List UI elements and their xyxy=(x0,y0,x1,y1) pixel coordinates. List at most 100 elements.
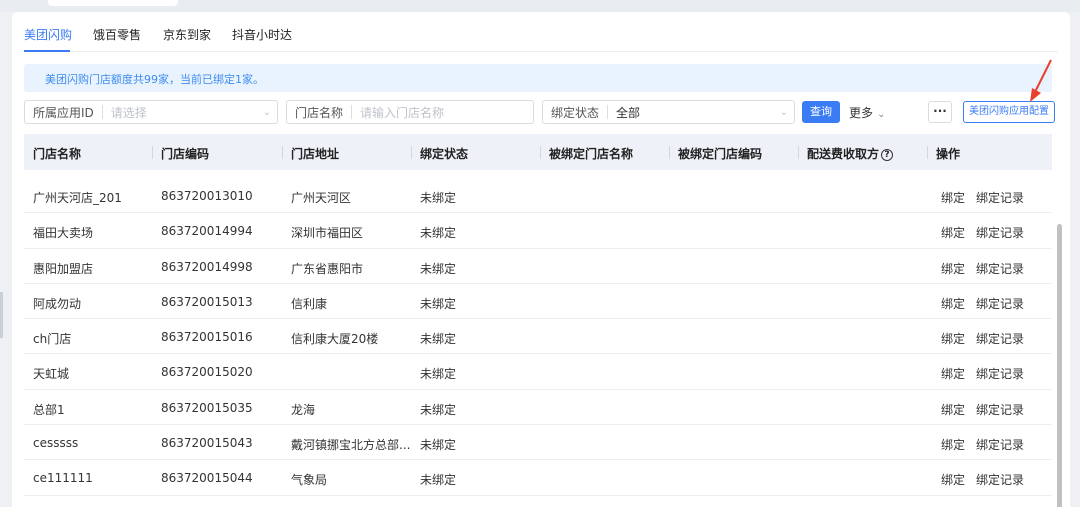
cell-status: 未绑定 xyxy=(420,296,457,311)
main-card: 美团闪购 饿百零售 京东到家 抖音小时达 美团闪购门店额度共99家，当前已绑定1… xyxy=(12,12,1070,507)
table-row: 广州天河店_201 863720013010 广州天河区 未绑定 绑定 绑定记录 xyxy=(24,178,1052,214)
cell-name: 福田大卖场 xyxy=(33,226,94,241)
app-id-label: 所属应用ID xyxy=(33,105,94,120)
cell-address: 龙海 xyxy=(291,402,316,417)
cell-code: 863720015043 xyxy=(161,436,253,451)
app-config-button[interactable]: 美团闪购应用配置 xyxy=(963,101,1055,123)
cell-name: ch门店 xyxy=(33,332,72,347)
cell-address: 广东省惠阳市 xyxy=(291,261,364,276)
help-icon[interactable]: ? xyxy=(881,148,894,161)
cell-name: cesssss xyxy=(33,436,79,451)
bind-record-link[interactable]: 绑定记录 xyxy=(976,401,1024,418)
bind-link[interactable]: 绑定 xyxy=(941,260,965,277)
cell-status: 未绑定 xyxy=(420,438,457,453)
bind-link[interactable]: 绑定 xyxy=(941,401,965,418)
column-header: 绑定状态 xyxy=(411,145,468,162)
cell-address: 戴河镇挪宝北方总部... xyxy=(291,438,411,453)
cell-name: 总部1 xyxy=(33,402,65,417)
cell-address: 深圳市福田区 xyxy=(291,226,364,241)
bind-status-label: 绑定状态 xyxy=(551,105,600,120)
more-filters-toggle[interactable]: 更多 ⌄ xyxy=(849,104,885,121)
store-name-label: 门店名称 xyxy=(295,105,344,120)
bind-record-link[interactable]: 绑定记录 xyxy=(976,330,1024,347)
bind-record-link[interactable]: 绑定记录 xyxy=(976,224,1024,241)
cell-address: 信利康 xyxy=(291,296,328,311)
chevron-down-icon: ⌄ xyxy=(262,106,272,118)
bind-record-link[interactable]: 绑定记录 xyxy=(976,365,1024,382)
bind-link[interactable]: 绑定 xyxy=(941,224,965,241)
more-actions-button[interactable]: ··· xyxy=(928,101,952,123)
left-panel-edge xyxy=(0,292,3,338)
bind-record-link[interactable]: 绑定记录 xyxy=(976,189,1024,206)
app-id-placeholder: 请选择 xyxy=(110,105,147,120)
cell-code: 863720015044 xyxy=(161,471,253,486)
cell-code: 863720015035 xyxy=(161,400,253,415)
cell-status: 未绑定 xyxy=(420,332,457,347)
cell-code: 863720013010 xyxy=(161,189,253,203)
bind-record-link[interactable]: 绑定记录 xyxy=(976,295,1024,312)
tab-meituan[interactable]: 美团闪购 xyxy=(24,26,72,43)
cell-name: ce111111 xyxy=(33,471,93,486)
red-arrow-annotation xyxy=(1030,59,1052,102)
table-row: 天虹城 863720015020 未绑定 绑定 绑定记录 xyxy=(24,354,1052,390)
bind-record-link[interactable]: 绑定记录 xyxy=(976,471,1024,488)
cell-status: 未绑定 xyxy=(420,402,457,417)
table-row: 总部1 863720015035 龙海 未绑定 绑定 绑定记录 xyxy=(24,390,1052,426)
tab-jd[interactable]: 京东到家 xyxy=(163,26,211,43)
bind-link[interactable]: 绑定 xyxy=(941,330,965,347)
quota-notice: 美团闪购门店额度共99家，当前已绑定1家。 xyxy=(24,64,1052,92)
chevron-down-icon: ⌄ xyxy=(779,106,789,118)
chevron-down-icon: ⌄ xyxy=(877,109,886,120)
cell-status: 未绑定 xyxy=(420,473,457,488)
cell-name: 广州天河店_201 xyxy=(33,191,122,205)
cell-code: 863720015016 xyxy=(161,330,253,345)
bind-record-link[interactable]: 绑定记录 xyxy=(976,260,1024,277)
table-row: ce111111 863720015044 气象局 未绑定 绑定 绑定记录 xyxy=(24,460,1052,496)
cell-status: 未绑定 xyxy=(420,191,457,205)
bind-status-value: 全部 xyxy=(616,105,641,120)
more-label: 更多 xyxy=(849,106,874,120)
query-button[interactable]: 查询 xyxy=(802,101,840,123)
table-row: ch门店 863720015016 信利康大厦20楼 未绑定 绑定 绑定记录 xyxy=(24,319,1052,355)
cell-address: 气象局 xyxy=(291,473,328,488)
cell-address: 广州天河区 xyxy=(291,191,352,205)
column-header: 配送费收取方? xyxy=(798,145,894,162)
cell-code: 863720014994 xyxy=(161,224,253,239)
bind-link[interactable]: 绑定 xyxy=(941,295,965,312)
table-header: 门店名称 门店编码 门店地址 绑定状态 被绑定门店名称 被绑定门店编码 配送费收… xyxy=(24,134,1052,170)
cell-address: 信利康大厦20楼 xyxy=(291,332,379,347)
cell-status: 未绑定 xyxy=(420,226,457,241)
column-header: 门店地址 xyxy=(282,145,339,162)
column-header: 被绑定门店编码 xyxy=(669,145,762,162)
cell-name: 惠阳加盟店 xyxy=(33,261,94,276)
bind-status-select[interactable]: 绑定状态 全部 ⌄ xyxy=(542,100,795,124)
top-strip xyxy=(0,0,1080,12)
table-row: 惠阳加盟店 863720014998 广东省惠阳市 未绑定 绑定 绑定记录 xyxy=(24,249,1052,284)
column-header: 操作 xyxy=(927,145,960,162)
bind-link[interactable]: 绑定 xyxy=(941,365,965,382)
tab-douyin[interactable]: 抖音小时达 xyxy=(232,26,292,43)
table-row: 福田大卖场 863720014994 深圳市福田区 未绑定 绑定 绑定记录 xyxy=(24,213,1052,249)
cell-code: 863720015020 xyxy=(161,365,253,380)
table-body: 广州天河店_201 863720013010 广州天河区 未绑定 绑定 绑定记录 福田大卖场… xyxy=(24,178,1052,496)
tab-ele[interactable]: 饿百零售 xyxy=(93,26,141,43)
bind-link[interactable]: 绑定 xyxy=(941,471,965,488)
column-header: 被绑定门店名称 xyxy=(540,145,633,162)
column-header: 门店名称 xyxy=(33,147,82,161)
app-id-select[interactable]: 所属应用ID 请选择 ⌄ xyxy=(24,100,278,124)
cell-name: 天虹城 xyxy=(33,367,70,382)
bind-link[interactable]: 绑定 xyxy=(941,189,965,206)
vertical-scrollbar[interactable] xyxy=(1057,224,1062,507)
active-tab-indicator xyxy=(24,50,70,52)
platform-tabs: 美团闪购 饿百零售 京东到家 抖音小时达 xyxy=(24,12,1058,52)
bind-record-link[interactable]: 绑定记录 xyxy=(976,436,1024,453)
store-name-field[interactable]: 门店名称 请输入门店名称 xyxy=(286,100,534,124)
store-name-input[interactable]: 请输入门店名称 xyxy=(352,104,533,121)
table-row: cesssss 863720015043 戴河镇挪宝北方总部... 未绑定 绑定 绑定记录 xyxy=(24,425,1052,461)
parent-tab-edge xyxy=(48,0,178,6)
bind-link[interactable]: 绑定 xyxy=(941,436,965,453)
table-row: 阿成勿动 863720015013 信利康 未绑定 绑定 绑定记录 xyxy=(24,284,1052,320)
cell-status: 未绑定 xyxy=(420,367,457,382)
cell-status: 未绑定 xyxy=(420,261,457,276)
cell-code: 863720015013 xyxy=(161,294,253,309)
